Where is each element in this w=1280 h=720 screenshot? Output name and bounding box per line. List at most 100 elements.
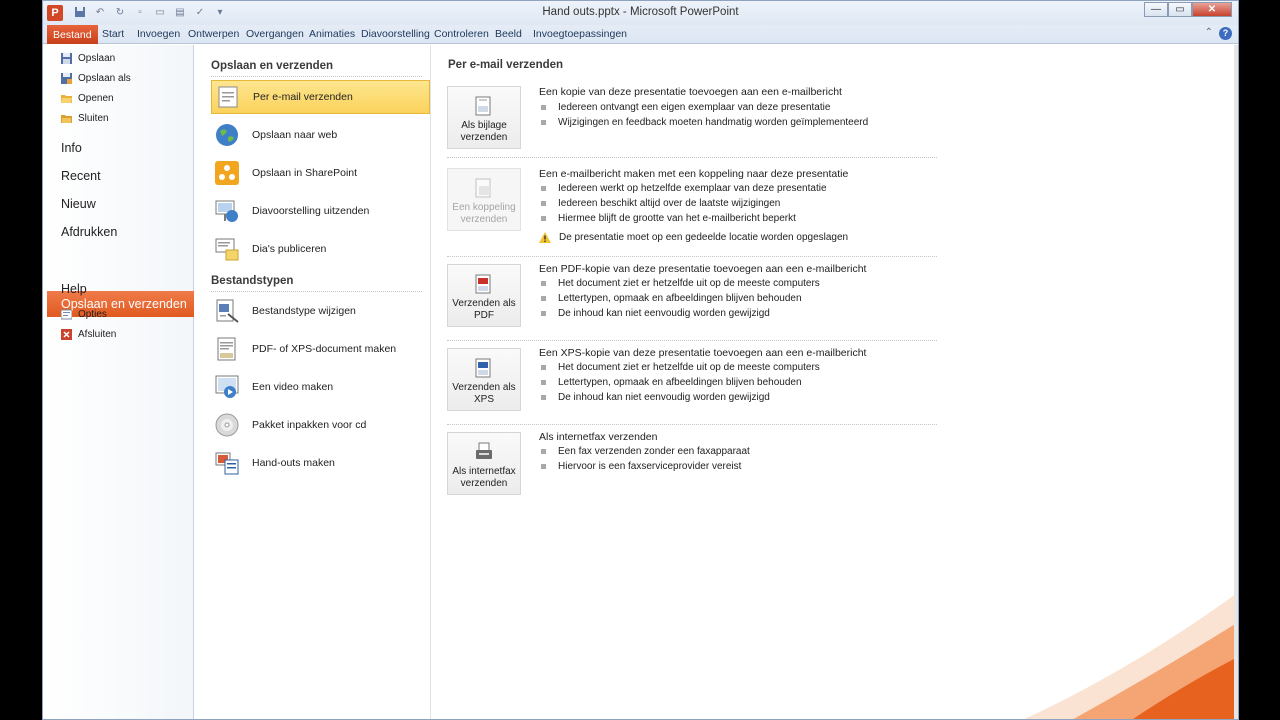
- option-bullet: Lettertypen, opmaak en afbeeldingen blij…: [541, 293, 802, 304]
- maximize-button[interactable]: ▭: [1168, 2, 1192, 17]
- option-divider: [447, 256, 937, 257]
- section-divider: [211, 291, 422, 292]
- pdf-icon: [475, 274, 491, 294]
- tab-controleren[interactable]: Controleren: [434, 28, 489, 40]
- button-label-line1: Verzenden als: [452, 298, 516, 309]
- mid-item-bestandstype-wijzigen[interactable]: Bestandstype wijzigen: [211, 294, 430, 328]
- nav-opslaan[interactable]: Opslaan: [61, 53, 115, 64]
- nav-recent[interactable]: Recent: [61, 169, 101, 183]
- nav-nieuw[interactable]: Nieuw: [61, 197, 96, 211]
- option-bullet: De inhoud kan niet eenvoudig worden gewi…: [541, 392, 770, 403]
- powerpoint-window: P ↶ ↻ ▫ ▭ ▤ ✓ ▾ Hand outs.pptx - Microso…: [42, 0, 1239, 720]
- option-description: Een PDF-kopie van deze presentatie toevo…: [539, 263, 867, 275]
- mid-item-dias-publiceren[interactable]: Dia's publiceren: [211, 232, 430, 266]
- button-label-line1: Een koppeling: [452, 202, 516, 213]
- nav-afdrukken[interactable]: Afdrukken: [61, 225, 117, 239]
- option-bullet: Lettertypen, opmaak en afbeeldingen blij…: [541, 377, 802, 388]
- mid-item-opslaan-naar-web[interactable]: Opslaan naar web: [211, 118, 430, 152]
- mid-item-label: Hand-outs maken: [252, 457, 335, 469]
- button-label-line2: verzenden: [460, 214, 508, 225]
- minimize-ribbon-icon[interactable]: ⌃: [1205, 27, 1213, 40]
- window-edge-bar: [1234, 45, 1238, 719]
- send-options-column: Opslaan en verzenden Per e-mail verzende…: [195, 45, 431, 719]
- xps-icon: [475, 358, 491, 378]
- mid-item-label: Opslaan naar web: [252, 129, 338, 141]
- mid-item-pakket-inpakken-cd[interactable]: Pakket inpakken voor cd: [211, 408, 430, 442]
- option-bullet: Hiervoor is een faxserviceprovider verei…: [541, 461, 741, 472]
- office-swoosh-decoration: [1024, 592, 1238, 719]
- mid-item-pdf-of-xps-maken[interactable]: PDF- of XPS-document maken: [211, 332, 430, 366]
- email-icon: [218, 86, 238, 108]
- button-label-line2: PDF: [474, 310, 494, 321]
- send-as-xps-button[interactable]: Verzenden als XPS: [447, 348, 521, 411]
- mid-item-label: Een video maken: [252, 381, 334, 393]
- mid-item-video-maken[interactable]: Een video maken: [211, 370, 430, 404]
- nav-afsluiten[interactable]: Afsluiten: [61, 329, 116, 340]
- ribbon-tab-bar: Bestand Start Invoegen Ontwerpen Overgan…: [43, 25, 1238, 44]
- option-bullet: Iedereen ontvangt een eigen exemplaar va…: [541, 102, 830, 113]
- attachment-icon: [475, 96, 491, 116]
- mid-item-per-email-verzenden[interactable]: Per e-mail verzenden: [211, 80, 430, 114]
- nav-opslaan-als-label: Opslaan als: [78, 73, 131, 84]
- globe-icon: [216, 124, 238, 146]
- save-icon: [61, 53, 72, 64]
- button-label-line2: verzenden: [460, 132, 508, 143]
- tab-invoegtoepassingen[interactable]: Invoegtoepassingen: [533, 28, 627, 40]
- nav-afsluiten-label: Afsluiten: [78, 329, 117, 340]
- nav-info[interactable]: Info: [61, 141, 82, 155]
- title-bar: P ↶ ↻ ▫ ▭ ▤ ✓ ▾ Hand outs.pptx - Microso…: [43, 1, 1238, 25]
- tab-bestand[interactable]: Bestand: [47, 25, 98, 44]
- nav-sluiten[interactable]: Sluiten: [61, 113, 109, 124]
- option-divider: [447, 157, 937, 158]
- option-description: Als internetfax verzenden: [539, 431, 658, 443]
- send-as-pdf-button[interactable]: Verzenden als PDF: [447, 264, 521, 327]
- backstage-nav: Opslaan Opslaan als Openen Sluiten Info …: [43, 45, 194, 719]
- tab-ontwerpen[interactable]: Ontwerpen: [188, 28, 239, 40]
- send-as-internet-fax-button[interactable]: Als internetfax verzenden: [447, 432, 521, 495]
- broadcast-icon: [215, 200, 238, 222]
- button-label-line1: Als internetfax: [452, 466, 516, 477]
- minimize-button[interactable]: —: [1144, 2, 1168, 17]
- help-icon[interactable]: ?: [1219, 27, 1232, 40]
- nav-openen[interactable]: Openen: [61, 93, 114, 104]
- nav-opslaan-label: Opslaan: [78, 53, 116, 64]
- option-bullet: Hiermee blijft de grootte van het e-mail…: [541, 213, 796, 224]
- mid-item-diavoorstelling-uitzenden[interactable]: Diavoorstelling uitzenden: [211, 194, 430, 228]
- nav-openen-label: Openen: [78, 93, 114, 104]
- ribbon-help-area: ⌃ ?: [1205, 27, 1232, 40]
- send-as-attachment-button[interactable]: Als bijlage verzenden: [447, 86, 521, 149]
- option-warning: De presentatie moet op een gedeelde loca…: [539, 232, 848, 243]
- pdf-xps-icon: [217, 337, 236, 361]
- video-icon: [215, 375, 239, 398]
- option-divider: [447, 424, 937, 425]
- tab-invoegen[interactable]: Invoegen: [137, 28, 180, 40]
- window-controls: — ▭ ✕: [1144, 2, 1232, 17]
- mid-item-label: Dia's publiceren: [252, 243, 327, 255]
- tab-overgangen[interactable]: Overgangen: [246, 28, 304, 40]
- window-title: Hand outs.pptx - Microsoft PowerPoint: [542, 6, 739, 18]
- mid-item-opslaan-in-sharepoint[interactable]: Opslaan in SharePoint: [211, 156, 430, 190]
- tab-diavoorstelling[interactable]: Diavoorstelling: [361, 28, 430, 40]
- nav-opties[interactable]: Opties: [61, 309, 107, 320]
- open-folder-icon: [61, 95, 72, 103]
- button-label-line1: Als bijlage: [461, 120, 507, 131]
- button-label-line2: verzenden: [460, 478, 508, 489]
- close-folder-icon: [61, 115, 72, 123]
- mid-item-handouts-maken[interactable]: Hand-outs maken: [211, 446, 430, 480]
- nav-help[interactable]: Help: [61, 282, 87, 296]
- sharepoint-icon: [215, 161, 239, 185]
- option-divider: [447, 340, 937, 341]
- option-bullet: Iedereen beschikt altijd over de laatste…: [541, 198, 780, 209]
- mid-item-label: Per e-mail verzenden: [253, 91, 353, 103]
- nav-opslaan-als[interactable]: Opslaan als: [61, 73, 131, 84]
- panel-title: Per e-mail verzenden: [448, 59, 564, 71]
- tab-beeld[interactable]: Beeld: [495, 28, 522, 40]
- tab-start[interactable]: Start: [102, 28, 124, 40]
- cd-icon: [215, 413, 239, 437]
- mid-item-label: PDF- of XPS-document maken: [252, 343, 397, 355]
- tab-animaties[interactable]: Animaties: [309, 28, 355, 40]
- warning-icon: [539, 232, 551, 243]
- publish-slides-icon: [215, 238, 239, 261]
- close-button[interactable]: ✕: [1192, 2, 1232, 17]
- send-link-button[interactable]: Een koppeling verzenden: [447, 168, 521, 231]
